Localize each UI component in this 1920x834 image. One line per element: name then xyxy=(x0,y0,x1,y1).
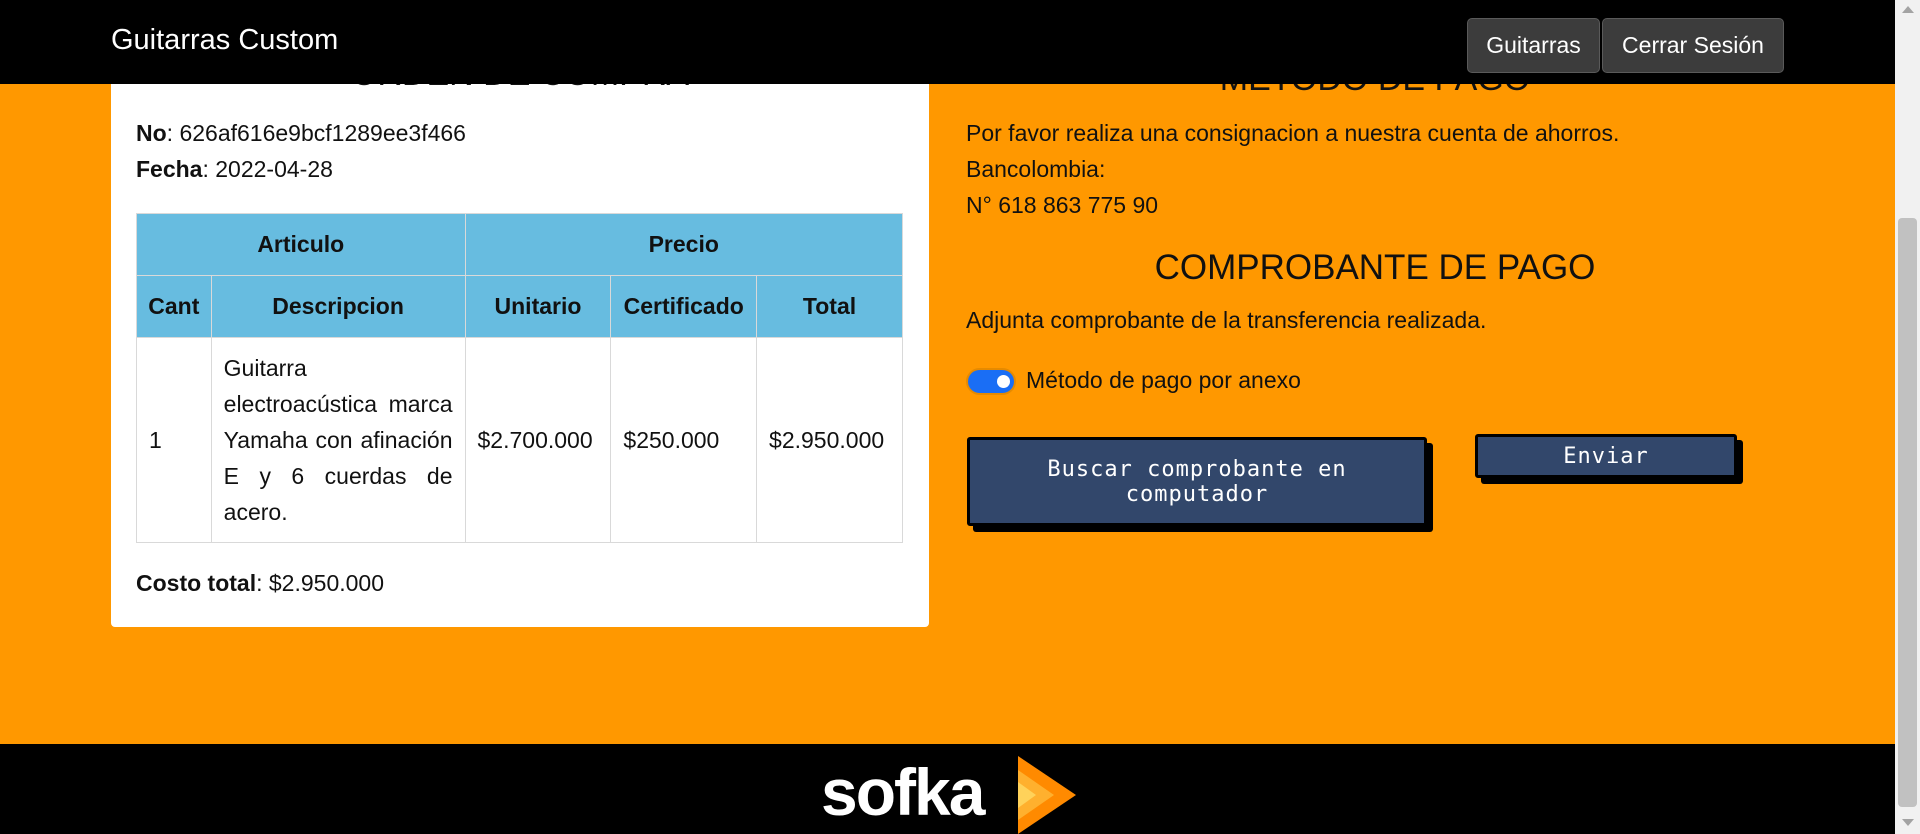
vertical-scrollbar[interactable] xyxy=(1895,0,1920,834)
payment-attachment-toggle[interactable] xyxy=(966,368,1016,395)
guitarras-button[interactable]: Guitarras xyxy=(1467,18,1600,73)
payment-instruction: Por favor realiza una consignacion a nue… xyxy=(966,120,1620,146)
sofka-logo: sofka xyxy=(821,744,1081,834)
order-table: Articulo Precio Cant Descripcion Unitari… xyxy=(136,213,904,543)
group-header-articulo: Articulo xyxy=(136,213,466,276)
navbar: Guitarras Custom Guitarras Cerrar Sesión xyxy=(0,0,1895,84)
group-header-precio: Precio xyxy=(464,213,904,276)
table-row: 1 Guitarra electroacústica marca Yamaha … xyxy=(136,337,903,543)
scroll-down-icon[interactable] xyxy=(1902,819,1914,826)
order-total-label: Costo total xyxy=(136,570,257,596)
account-number: N° 618 863 775 90 xyxy=(966,192,1159,218)
cell-unitario: $2.700.000 xyxy=(464,337,612,543)
submit-button[interactable]: Enviar xyxy=(1475,434,1737,478)
order-number-label: No xyxy=(136,120,167,146)
logo-arrow-icon xyxy=(1018,756,1076,834)
bank-name: Bancolombia: xyxy=(966,156,1106,182)
logout-button[interactable]: Cerrar Sesión xyxy=(1602,18,1784,73)
cell-certificado: $250.000 xyxy=(610,337,758,543)
order-total-value: : $2.950.000 xyxy=(256,570,385,596)
scroll-thumb[interactable] xyxy=(1898,218,1917,807)
logo-text: sofka xyxy=(821,755,985,829)
toggle-label: Método de pago por anexo xyxy=(1026,367,1301,393)
cell-total: $2.950.000 xyxy=(756,337,903,543)
order-total: Costo total: $2.950.000 xyxy=(136,570,384,597)
col-header-total: Total xyxy=(756,275,903,338)
col-header-certificado: Certificado xyxy=(610,275,758,338)
order-date-value: : 2022-04-28 xyxy=(202,156,333,182)
brand-link[interactable]: Guitarras Custom xyxy=(111,24,338,57)
cell-cant: 1 xyxy=(136,337,212,543)
order-number: No: 626af616e9bcf1289ee3f466 xyxy=(136,120,466,147)
proof-title: COMPROBANTE DE PAGO xyxy=(1154,248,1596,287)
scroll-up-icon[interactable] xyxy=(1902,6,1914,13)
order-card: ORDEN DE COMPRA No: 626af616e9bcf1289ee3… xyxy=(111,55,929,627)
order-number-value: : 626af616e9bcf1289ee3f466 xyxy=(166,120,466,146)
col-header-cant: Cant xyxy=(136,275,212,338)
toggle-knob xyxy=(997,375,1010,388)
order-date-label: Fecha xyxy=(136,156,203,182)
col-header-unitario: Unitario xyxy=(464,275,612,338)
order-date: Fecha: 2022-04-28 xyxy=(136,156,333,183)
col-header-descripcion: Descripcion xyxy=(210,275,466,338)
browse-file-button[interactable]: Buscar comprobante en computador xyxy=(967,437,1427,526)
cell-descripcion: Guitarra electroacústica marca Yamaha co… xyxy=(210,337,466,543)
proof-instruction: Adjunta comprobante de la transferencia … xyxy=(966,307,1487,333)
